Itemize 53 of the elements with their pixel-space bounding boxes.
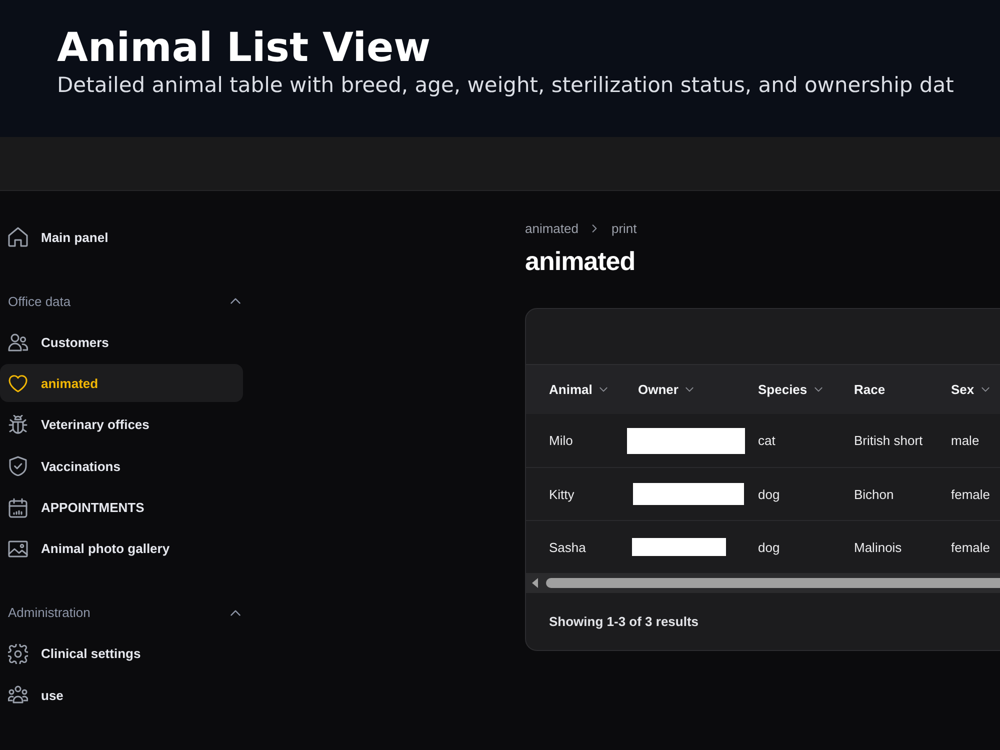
sidebar-item[interactable]: Customers <box>0 323 243 361</box>
chevron-down-icon[interactable] <box>814 387 824 392</box>
sidebar-item[interactable]: APPOINTMENTS <box>0 488 243 527</box>
column-header[interactable]: Owner <box>626 382 746 397</box>
table-cell-text: dog <box>757 486 781 502</box>
image-icon <box>8 538 28 559</box>
table-cell-text: Malinois <box>853 540 903 554</box>
chevron-icon[interactable] <box>230 610 241 616</box>
chevron-icon[interactable] <box>230 298 241 304</box>
table-cell-text: British short <box>853 433 924 448</box>
page-title: animated <box>525 246 636 276</box>
home-icon <box>8 227 28 247</box>
calendar-icon <box>8 498 28 518</box>
column-header[interactable]: Species <box>746 382 842 397</box>
column-header: Race <box>853 382 886 397</box>
page-description: Detailed animal table with breed, age, weight, sterilization status, and ownership dat <box>57 72 954 98</box>
group-icon <box>8 685 28 706</box>
page-heading: Animal List View <box>57 24 431 72</box>
table-cell-text: cat <box>757 433 776 448</box>
table-cell-text: female <box>950 540 992 554</box>
scrollbar-thumb[interactable] <box>546 578 1000 588</box>
chevron-down-icon[interactable] <box>599 387 608 392</box>
heart-icon <box>8 373 28 394</box>
breadcrumb-link[interactable]: print <box>611 220 637 236</box>
sidebar-item[interactable]: Veterinary offices <box>0 406 243 444</box>
scroll-left-icon[interactable] <box>532 578 538 588</box>
people-icon <box>8 332 28 352</box>
sidebar-item[interactable]: Vaccinations <box>0 447 243 486</box>
settings-icon <box>8 644 28 664</box>
sidebar-item[interactable]: Clinical settings <box>0 634 243 673</box>
table-cell-text: Sasha <box>548 540 587 554</box>
chevron-down-icon[interactable] <box>685 387 694 392</box>
shield-check-icon <box>8 456 28 476</box>
sidebar-item[interactable]: Animal photo gallery <box>0 530 243 568</box>
table-cell-text: Milo <box>548 433 574 448</box>
column-header[interactable]: Sex <box>939 382 1000 397</box>
chevron-right-icon <box>592 224 598 232</box>
table-cell-text: Bichon <box>853 486 895 502</box>
table-cell-text: male <box>950 433 980 448</box>
section-title: Administration <box>8 605 90 620</box>
chevron-down-icon[interactable] <box>981 387 990 392</box>
table-cell-text: female <box>950 486 992 502</box>
sidebar-item[interactable]: animated <box>0 364 243 402</box>
table-cell-text: dog <box>757 540 781 554</box>
bug-icon <box>8 414 28 435</box>
column-header[interactable]: Animal <box>537 382 626 397</box>
breadcrumb-link[interactable]: animated <box>525 220 578 236</box>
results-summary: Showing 1-3 of 3 results <box>549 614 699 629</box>
sidebar-item[interactable]: use <box>0 676 243 714</box>
horizontal-scrollbar[interactable] <box>526 573 1000 593</box>
table-cell-text: Kitty <box>548 486 576 502</box>
sidebar-item[interactable]: Main panel <box>0 218 243 256</box>
section-title: Office data <box>8 294 71 308</box>
